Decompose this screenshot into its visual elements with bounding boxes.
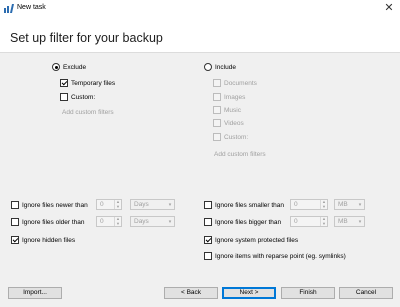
exclude-custom-label: Custom: [71,93,96,101]
ignore-older-value: 0 [100,218,104,225]
include-music-label: Music [224,106,241,114]
ignore-newer-unit-dropdown[interactable]: Days ▾ [130,199,175,210]
window-title: New task [17,4,46,11]
ignore-older-option[interactable]: Ignore files older than [11,218,85,226]
include-add-custom-filters-link[interactable]: Add custom filters [214,151,266,158]
include-radio-button[interactable] [204,63,212,71]
ignore-system-label: Ignore system protected files [215,236,299,244]
ignore-newer-unit: Days [134,201,149,208]
exclude-radio-label: Exclude [63,63,87,71]
window-titlebar: New task ✕ [0,0,400,17]
ignore-older-unit: Days [134,218,149,225]
ignore-newer-checkbox[interactable] [11,201,19,209]
ignore-bigger-value: 0 [294,218,298,225]
include-custom-checkbox[interactable] [213,133,221,141]
ignore-hidden-option[interactable]: Ignore hidden files [11,236,75,244]
include-custom-label: Custom: [224,133,249,141]
ignore-reparse-label: Ignore items with reparse point (eg. sym… [215,252,346,260]
ignore-bigger-label: Ignore files bigger than [215,218,282,226]
back-button[interactable]: < Back [164,287,218,299]
ignore-smaller-value: 0 [294,201,298,208]
include-music-option[interactable]: Music [213,106,241,114]
include-documents-label: Documents [224,79,257,87]
include-images-label: Images [224,93,246,101]
exclude-custom-option[interactable]: Custom: [60,93,95,101]
close-icon[interactable]: ✕ [381,1,397,16]
spin-down-icon[interactable]: ▼ [115,221,121,227]
ignore-bigger-unit: MB [338,218,348,225]
spin-down-icon[interactable]: ▼ [321,221,327,227]
exclude-temp-files-checkbox[interactable] [60,79,68,87]
ignore-older-label: Ignore files older than [22,218,85,226]
spin-down-icon[interactable]: ▼ [321,204,327,210]
include-radio[interactable]: Include [204,63,236,71]
chevron-down-icon: ▾ [358,218,362,225]
ignore-hidden-label: Ignore hidden files [22,236,76,244]
ignore-system-checkbox[interactable] [204,236,212,244]
ignore-newer-option[interactable]: Ignore files newer than [11,201,88,209]
ignore-reparse-option[interactable]: Ignore items with reparse point (eg. sym… [204,252,346,260]
include-videos-option[interactable]: Videos [213,119,244,127]
ignore-smaller-unit-dropdown[interactable]: MB ▾ [334,199,365,210]
exclude-temp-files-option[interactable]: Temporary files [60,79,115,87]
include-images-checkbox[interactable] [213,93,221,101]
ignore-smaller-unit: MB [338,201,348,208]
chevron-down-icon: ▾ [168,218,172,225]
ignore-older-unit-dropdown[interactable]: Days ▾ [130,216,175,227]
include-images-option[interactable]: Images [213,93,245,101]
ignore-older-value-stepper[interactable]: 0 ▲ ▼ [96,216,122,227]
ignore-reparse-checkbox[interactable] [204,252,212,260]
include-videos-checkbox[interactable] [213,119,221,127]
next-button[interactable]: Next > [222,287,276,299]
include-music-checkbox[interactable] [213,106,221,114]
include-radio-label: Include [215,63,236,71]
filter-panel: Exclude Temporary files Custom: Add cust… [0,53,400,307]
ignore-smaller-option[interactable]: Ignore files smaller than [204,201,284,209]
ignore-bigger-option[interactable]: Ignore files bigger than [204,218,281,226]
include-custom-option[interactable]: Custom: [213,133,248,141]
ignore-bigger-checkbox[interactable] [204,218,212,226]
page-title: Set up filter for your backup [10,31,163,45]
finish-button[interactable]: Finish [281,287,335,299]
ignore-newer-value-stepper[interactable]: 0 ▲ ▼ [96,199,122,210]
cancel-button[interactable]: Cancel [339,287,393,299]
spin-down-icon[interactable]: ▼ [115,204,121,210]
exclude-radio[interactable]: Exclude [52,63,86,71]
ignore-newer-label: Ignore files newer than [22,201,88,209]
ignore-smaller-label: Ignore files smaller than [215,201,285,209]
exclude-temp-files-label: Temporary files [71,79,116,87]
chevron-down-icon: ▾ [168,201,172,208]
exclude-custom-checkbox[interactable] [60,93,68,101]
backup-app-icon [4,4,14,13]
ignore-bigger-unit-dropdown[interactable]: MB ▾ [334,216,365,227]
ignore-newer-value: 0 [100,201,104,208]
ignore-smaller-checkbox[interactable] [204,201,212,209]
exclude-radio-button[interactable] [52,63,60,71]
ignore-hidden-checkbox[interactable] [11,236,19,244]
ignore-older-checkbox[interactable] [11,218,19,226]
wizard-header: Set up filter for your backup [0,17,400,53]
ignore-system-option[interactable]: Ignore system protected files [204,236,298,244]
ignore-bigger-value-stepper[interactable]: 0 ▲ ▼ [290,216,328,227]
include-documents-option[interactable]: Documents [213,79,257,87]
exclude-add-custom-filters-link[interactable]: Add custom filters [62,109,114,116]
include-documents-checkbox[interactable] [213,79,221,87]
ignore-smaller-value-stepper[interactable]: 0 ▲ ▼ [290,199,328,210]
import-button[interactable]: Import... [8,287,62,299]
chevron-down-icon: ▾ [358,201,362,208]
include-videos-label: Videos [224,119,244,127]
